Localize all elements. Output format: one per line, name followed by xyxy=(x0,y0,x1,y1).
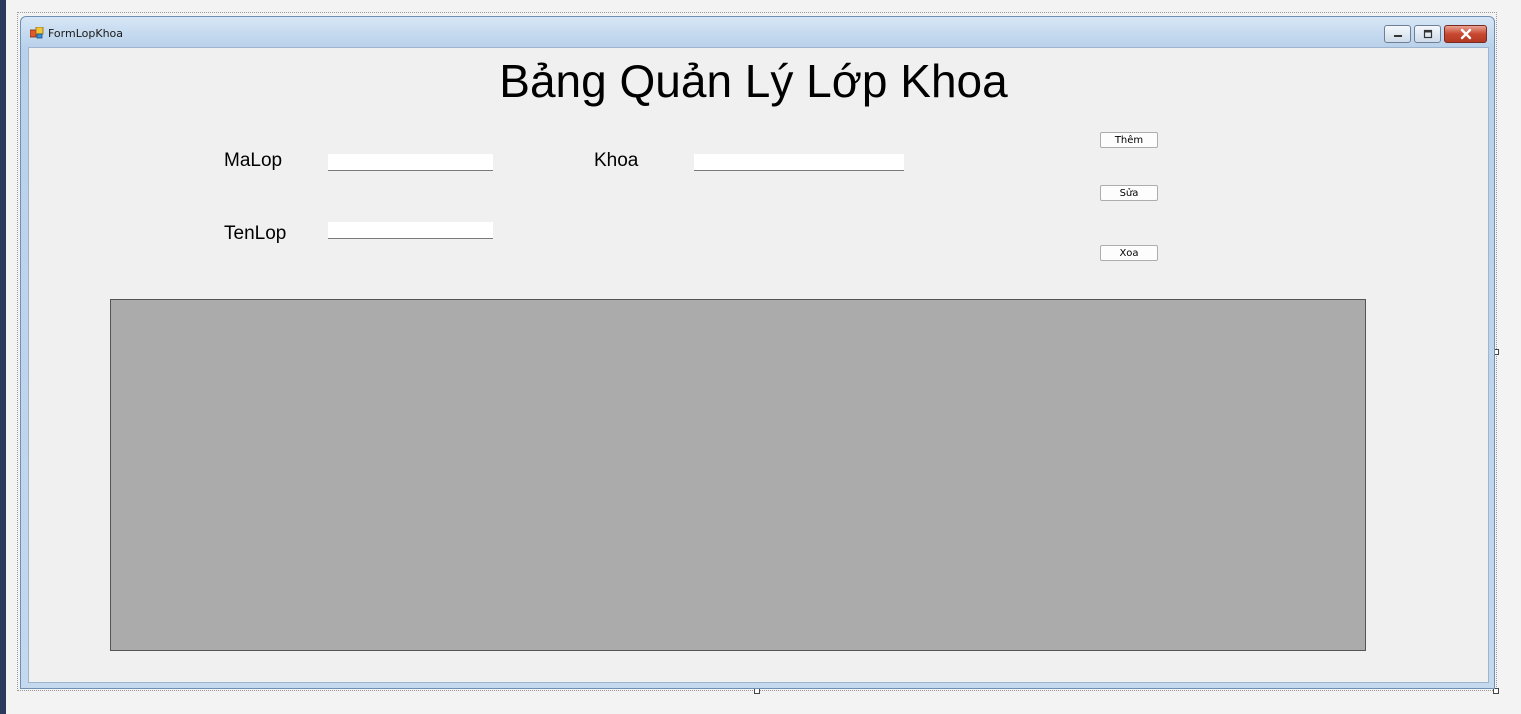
malop-input[interactable] xyxy=(328,154,493,171)
window-title: FormLopKhoa xyxy=(48,27,124,40)
page-title: Bảng Quản Lý Lớp Khoa xyxy=(499,55,1008,107)
designer-surface: FormLopKhoa Bảng Quản Lý Lớp Khoa MaLop … xyxy=(0,0,1521,714)
delete-button[interactable]: Xoa xyxy=(1100,245,1158,261)
form-client-area: Bảng Quản Lý Lớp Khoa MaLop TenLop Khoa … xyxy=(28,47,1489,683)
add-button[interactable]: Thêm xyxy=(1100,132,1158,148)
khoa-input[interactable] xyxy=(694,154,904,171)
title-bar[interactable]: FormLopKhoa xyxy=(21,17,1494,47)
maximize-button[interactable] xyxy=(1414,25,1441,43)
designer-side-strip xyxy=(0,0,6,714)
malop-label: MaLop xyxy=(224,150,283,171)
tenlop-input[interactable] xyxy=(328,222,493,239)
close-icon xyxy=(1460,28,1471,40)
edit-button[interactable]: Sửa xyxy=(1100,185,1158,201)
minimize-button[interactable] xyxy=(1384,25,1411,43)
form-app-icon xyxy=(30,27,44,39)
maximize-icon xyxy=(1423,29,1432,39)
minimize-icon xyxy=(1393,35,1402,37)
class-data-grid[interactable] xyxy=(110,299,1366,651)
khoa-label: Khoa xyxy=(594,150,639,171)
tenlop-label: TenLop xyxy=(224,223,287,244)
close-button[interactable] xyxy=(1444,25,1487,43)
form-window: FormLopKhoa Bảng Quản Lý Lớp Khoa MaLop … xyxy=(20,16,1495,689)
